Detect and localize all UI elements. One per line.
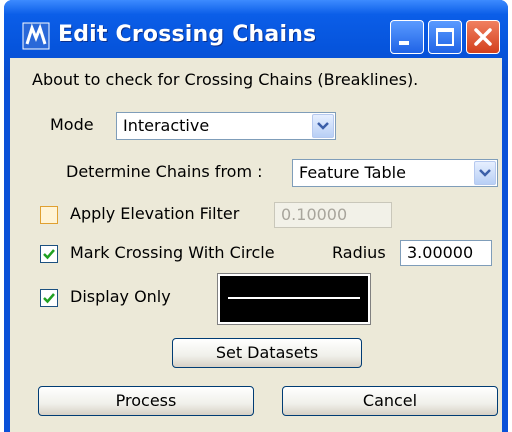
checkmark-icon [43, 249, 55, 260]
app-icon [22, 22, 50, 50]
mode-label: Mode [50, 115, 94, 134]
checkmark-icon [43, 293, 55, 304]
determine-label: Determine Chains from : [66, 162, 263, 181]
determine-value: Feature Table [299, 163, 406, 182]
dialog-body: About to check for Crossing Chains (Brea… [10, 58, 502, 432]
set-datasets-button[interactable]: Set Datasets [172, 338, 362, 368]
radius-input[interactable]: 3.00000 [400, 240, 492, 266]
determine-dropdown-button[interactable] [474, 161, 496, 185]
window-title: Edit Crossing Chains [58, 22, 317, 47]
determine-select[interactable]: Feature Table [292, 159, 498, 187]
chevron-down-icon [317, 122, 329, 130]
mark-crossing-checkbox[interactable] [40, 245, 58, 263]
mode-select[interactable]: Interactive [116, 112, 336, 140]
close-icon [474, 28, 492, 46]
elevation-filter-checkbox[interactable] [40, 206, 58, 224]
minimize-button[interactable] [390, 20, 424, 54]
line-sample [228, 297, 360, 299]
line-style-swatch[interactable] [217, 273, 371, 325]
mode-value: Interactive [123, 116, 210, 135]
maximize-button[interactable] [428, 20, 462, 54]
maximize-icon [436, 28, 454, 46]
display-only-checkbox[interactable] [40, 289, 58, 307]
elevation-filter-input[interactable]: 0.10000 [274, 202, 392, 228]
dialog-window: Edit Crossing Chains About to check for … [4, 0, 508, 432]
chevron-down-icon [479, 169, 491, 177]
display-only-label: Display Only [70, 287, 171, 306]
radius-label: Radius [332, 243, 386, 262]
mode-dropdown-button[interactable] [312, 114, 334, 138]
elevation-filter-label: Apply Elevation Filter [70, 204, 240, 223]
close-button[interactable] [466, 20, 500, 54]
cancel-button[interactable]: Cancel [282, 386, 498, 416]
process-button[interactable]: Process [38, 386, 254, 416]
mark-crossing-label: Mark Crossing With Circle [70, 243, 275, 262]
minimize-icon [399, 41, 409, 45]
description-text: About to check for Crossing Chains (Brea… [32, 70, 419, 89]
